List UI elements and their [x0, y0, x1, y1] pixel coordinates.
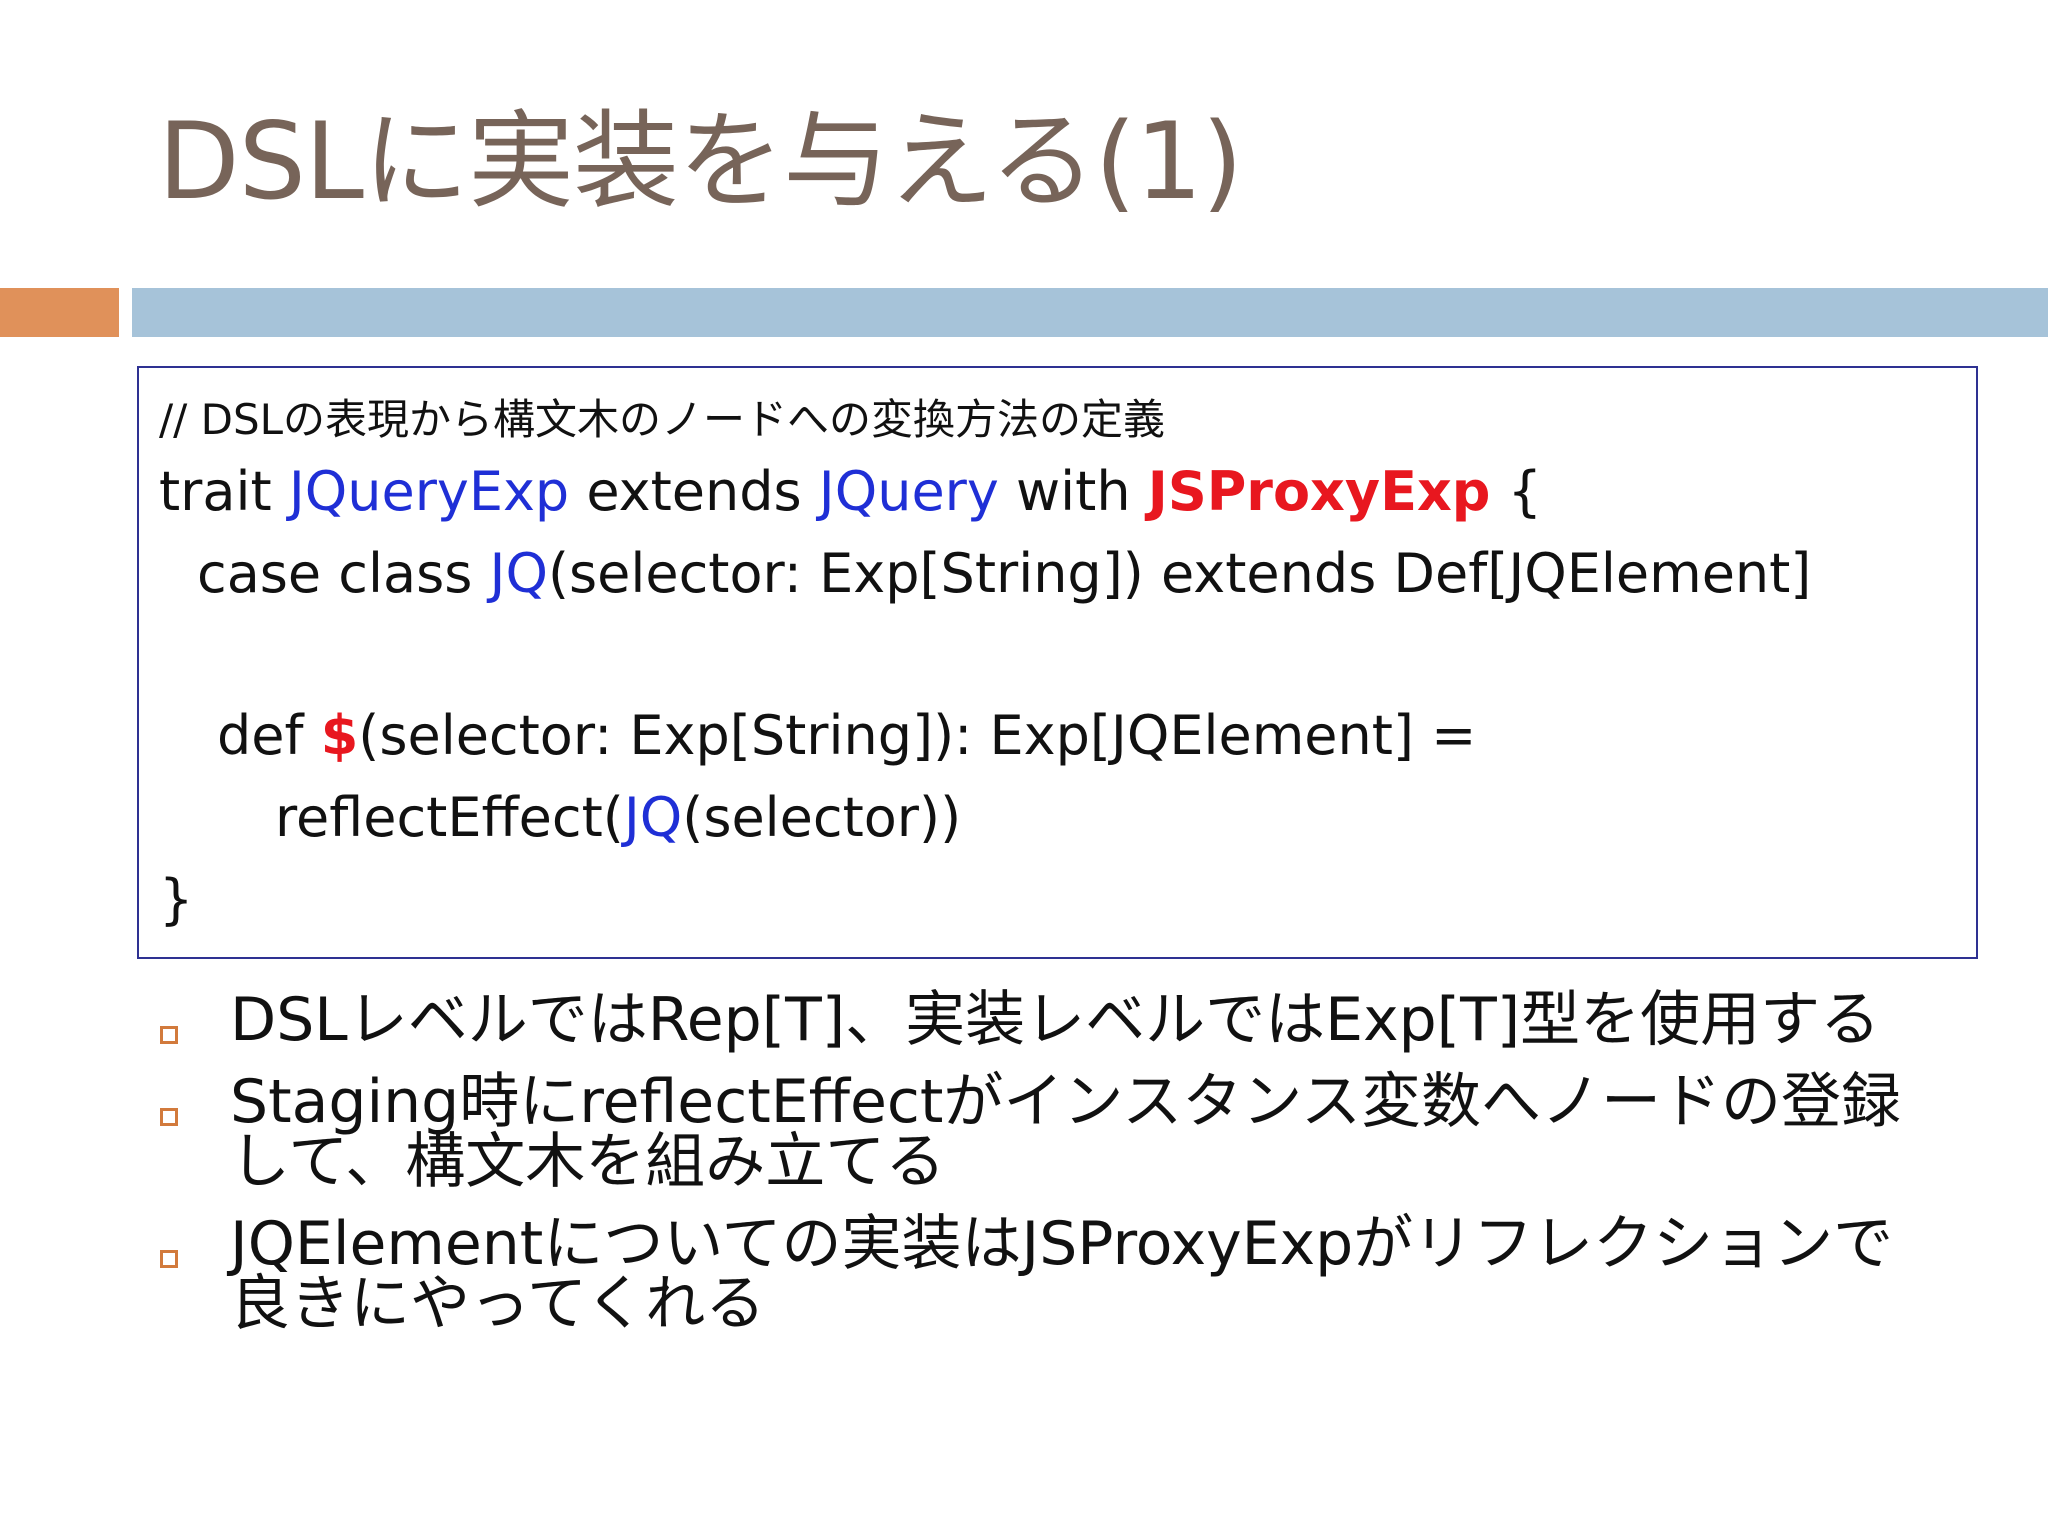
bullet-item: JQElementについての実装はJSProxyExpがリフレクションで良きにや…: [158, 1214, 1918, 1334]
accent-bar-orange: [0, 288, 119, 337]
code-line-reflect: reflectEffect(JQ(selector)): [275, 786, 961, 849]
bullet-item: DSLレベルではRep[T]、実装レベルではExp[T]型を使用する: [158, 990, 1918, 1050]
code-text: def: [217, 704, 321, 767]
slide-title: DSLに実装を与える(1): [158, 100, 1243, 223]
code-identifier-highlight: $: [320, 704, 359, 767]
code-text: (selector)): [682, 786, 962, 849]
bullet-item: Staging時にreflectEffectがインスタンス変数へノードの登録して…: [158, 1072, 1918, 1192]
bullet-square-icon: [160, 1250, 178, 1268]
code-line-trait: trait JQueryExp extends JQuery with JSPr…: [159, 460, 1542, 523]
code-line-def: def $(selector: Exp[String]): Exp[JQElem…: [217, 704, 1476, 767]
code-text: (selector: Exp[String]): Exp[JQElement] …: [358, 704, 1477, 767]
code-line-close-brace: }: [159, 868, 194, 931]
code-identifier: JQ: [623, 786, 683, 849]
code-identifier: JQ: [489, 542, 548, 605]
bullet-square-icon: [160, 1108, 178, 1126]
code-text: case class: [197, 542, 490, 605]
code-identifier: JQuery: [818, 460, 999, 523]
bullet-text: JQElementについての実装はJSProxyExpがリフレクションで良きにや…: [230, 1209, 1894, 1339]
code-line-case-class: case class JQ(selector: Exp[String]) ext…: [197, 542, 1811, 605]
bullet-square-icon: [160, 1026, 178, 1044]
code-identifier: JQueryExp: [288, 460, 570, 523]
code-box: // DSLの表現から構文木のノードへの変換方法の定義 trait JQuery…: [137, 366, 1978, 959]
bullet-list: DSLレベルではRep[T]、実装レベルではExp[T]型を使用する Stagi…: [158, 990, 1918, 1356]
code-comment: // DSLの表現から構文木のノードへの変換方法の定義: [159, 395, 1166, 444]
code-text: extends: [569, 460, 819, 523]
bullet-text: DSLレベルではRep[T]、実装レベルではExp[T]型を使用する: [230, 985, 1881, 1055]
bullet-text: Staging時にreflectEffectがインスタンス変数へノードの登録して…: [230, 1067, 1902, 1197]
code-text: reflectEffect(: [275, 786, 624, 849]
code-text: with: [998, 460, 1148, 523]
code-text: {: [1490, 460, 1542, 523]
code-text: (selector: Exp[String]) extends Def[JQEl…: [547, 542, 1812, 605]
code-identifier-highlight: JSProxyExp: [1147, 460, 1491, 523]
code-text: trait: [159, 460, 289, 523]
accent-bar-blue: [132, 288, 2048, 337]
